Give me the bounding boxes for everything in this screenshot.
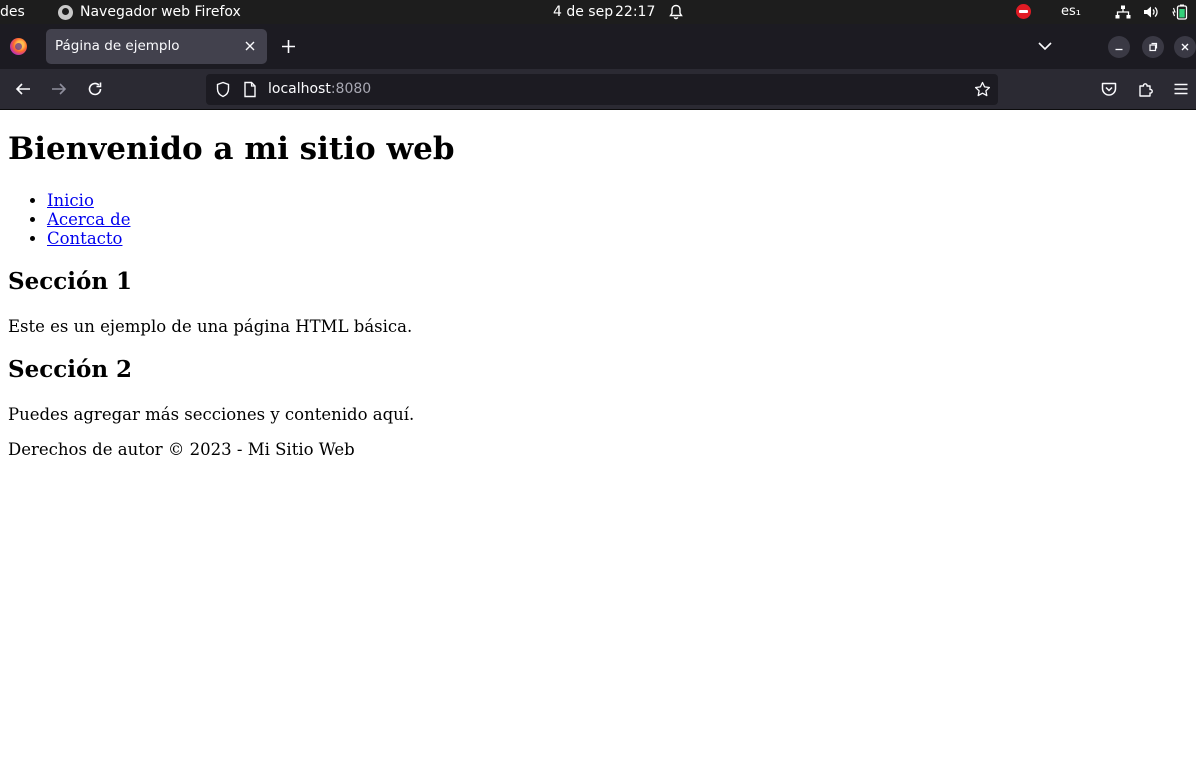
back-icon[interactable] bbox=[14, 80, 32, 98]
url-text[interactable]: localhost:8080 bbox=[268, 74, 371, 105]
app-name: Navegador web Firefox bbox=[80, 4, 241, 20]
section-2-heading: Sección 2 bbox=[8, 356, 133, 383]
url-host: localhost bbox=[268, 81, 331, 97]
clock-time[interactable]: 22:17 bbox=[615, 0, 655, 24]
nav-link-inicio[interactable]: Inicio bbox=[47, 191, 94, 210]
extensions-icon[interactable] bbox=[1137, 80, 1155, 98]
navigation-toolbar: localhost:8080 bbox=[0, 69, 1196, 110]
network-icon[interactable] bbox=[1115, 0, 1131, 24]
list-item: Inicio bbox=[47, 191, 130, 210]
menu-icon[interactable] bbox=[1172, 80, 1190, 98]
section-1-heading: Sección 1 bbox=[8, 268, 133, 295]
url-port: :8080 bbox=[330, 81, 372, 97]
section-2-text: Puedes agregar más secciones y contenido… bbox=[8, 405, 415, 424]
browser-tab-strip: Página de ejemplo bbox=[0, 24, 1196, 69]
firefox-logo-icon[interactable] bbox=[10, 38, 27, 55]
nav-link-acerca-de[interactable]: Acerca de bbox=[47, 210, 130, 229]
site-nav-list: Inicio Acerca de Contacto bbox=[47, 191, 130, 248]
close-window-button[interactable] bbox=[1174, 36, 1196, 58]
address-bar[interactable]: localhost:8080 bbox=[206, 74, 998, 105]
new-tab-icon[interactable] bbox=[280, 38, 297, 55]
keyboard-layout-indicator[interactable]: es₁ bbox=[1061, 0, 1081, 24]
close-icon[interactable] bbox=[242, 38, 258, 54]
volume-icon[interactable] bbox=[1143, 0, 1159, 24]
footer-text: Derechos de autor © 2023 - Mi Sitio Web bbox=[8, 440, 355, 459]
chevron-down-icon[interactable] bbox=[1036, 39, 1054, 53]
tab-title: Página de ejemplo bbox=[55, 38, 180, 54]
maximize-button[interactable] bbox=[1142, 36, 1164, 58]
activities-button[interactable]: des bbox=[0, 0, 25, 24]
star-icon[interactable] bbox=[974, 81, 991, 98]
clock-date[interactable]: 4 de sep bbox=[553, 0, 613, 24]
page-title: Bienvenido a mi sitio web bbox=[8, 131, 455, 167]
forward-icon[interactable] bbox=[50, 80, 68, 98]
system-top-bar: des Navegador web Firefox 4 de sep 22:17… bbox=[0, 0, 1196, 24]
do-not-disturb-icon[interactable] bbox=[1016, 4, 1031, 19]
close-icon bbox=[1181, 43, 1189, 51]
battery-icon[interactable] bbox=[1172, 0, 1190, 24]
shield-icon[interactable] bbox=[215, 81, 231, 98]
list-item: Contacto bbox=[47, 229, 130, 248]
minimize-button[interactable] bbox=[1108, 36, 1130, 58]
list-item: Acerca de bbox=[47, 210, 130, 229]
app-menu[interactable]: Navegador web Firefox bbox=[58, 0, 241, 24]
firefox-icon bbox=[58, 4, 73, 20]
nav-link-contacto[interactable]: Contacto bbox=[47, 229, 122, 248]
page-content: Bienvenido a mi sitio web Inicio Acerca … bbox=[0, 110, 1196, 777]
browser-tab[interactable]: Página de ejemplo bbox=[46, 29, 267, 64]
bell-icon[interactable] bbox=[668, 0, 684, 24]
section-1-text: Este es un ejemplo de una página HTML bá… bbox=[8, 317, 413, 336]
reload-icon[interactable] bbox=[86, 80, 104, 98]
page-icon[interactable] bbox=[243, 81, 257, 98]
restore-icon bbox=[1149, 42, 1158, 52]
pocket-icon[interactable] bbox=[1100, 80, 1118, 98]
minimize-icon bbox=[1115, 48, 1123, 51]
